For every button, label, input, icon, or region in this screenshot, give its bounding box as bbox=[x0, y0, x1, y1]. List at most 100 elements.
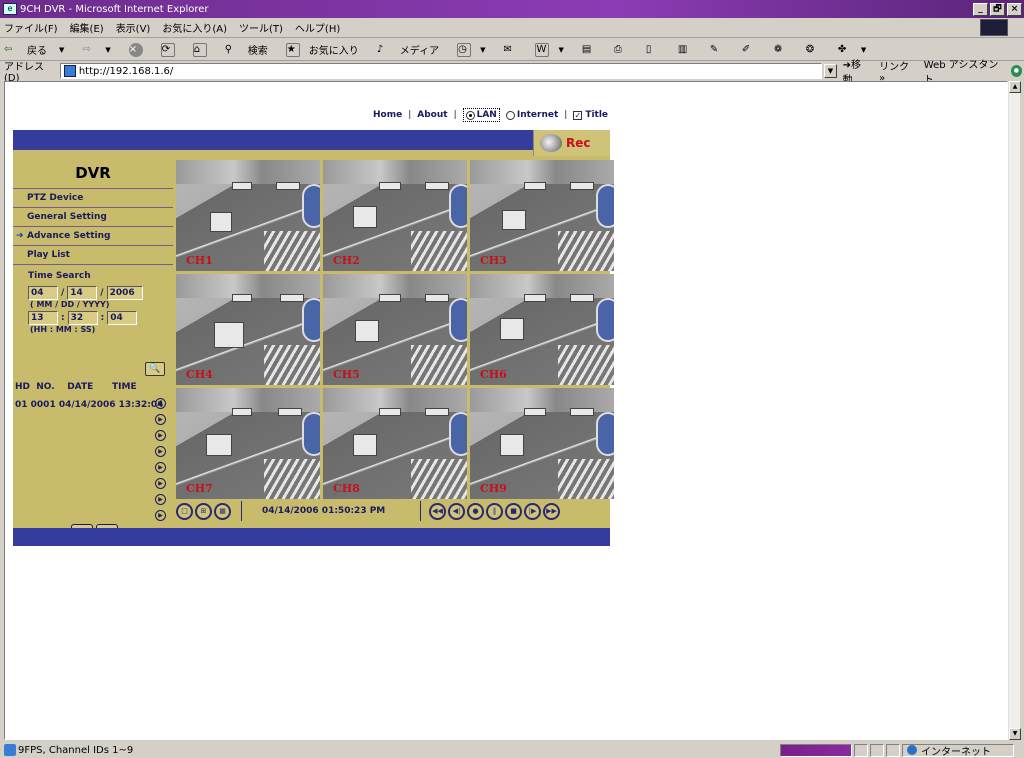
step-back-button[interactable]: ◀| bbox=[448, 502, 465, 520]
stop-button[interactable]: × bbox=[128, 42, 152, 57]
date-slash: / bbox=[61, 288, 65, 298]
print-button[interactable]: ⎙ bbox=[614, 43, 637, 57]
nav-about-link[interactable]: About bbox=[417, 110, 447, 120]
close-button[interactable]: × bbox=[1007, 2, 1022, 16]
play-icon[interactable]: ▶ bbox=[155, 398, 166, 409]
favorites-button[interactable]: ★ お気に入り bbox=[285, 42, 368, 57]
tool-button-b[interactable]: ❁ bbox=[774, 43, 797, 57]
day-field[interactable]: 14 bbox=[67, 286, 98, 300]
nine-view-button[interactable]: ▦ bbox=[214, 502, 231, 520]
menu-file[interactable]: ファイル(F) bbox=[4, 20, 58, 35]
rewind-button[interactable]: ◀◀ bbox=[429, 502, 446, 520]
date-format-hint: ( MM / DD / YYYY) bbox=[30, 300, 110, 309]
vertical-scrollbar[interactable]: ▲ ▼ bbox=[1008, 81, 1021, 740]
play-icon[interactable]: ▶ bbox=[155, 478, 166, 489]
record-button[interactable]: ● bbox=[467, 502, 484, 520]
internet-radio-group[interactable]: Internet bbox=[505, 110, 558, 120]
step-forward-button[interactable]: |▶ bbox=[524, 502, 541, 520]
lan-radio[interactable] bbox=[465, 110, 475, 120]
discuss-icon: ▯ bbox=[645, 43, 652, 55]
hour-field[interactable]: 13 bbox=[28, 311, 58, 325]
title-checkbox[interactable]: ✓ bbox=[573, 110, 583, 120]
time-search-label: Time Search bbox=[28, 271, 91, 281]
menu-tools[interactable]: ツール(T) bbox=[239, 20, 283, 35]
mail-button[interactable]: ✉ bbox=[503, 43, 526, 57]
scroll-up-button[interactable]: ▲ bbox=[1009, 81, 1021, 93]
pause-button[interactable]: ‖ bbox=[486, 502, 503, 520]
address-bar: アドレス(D) http://192.168.1.6/ ▼ ➜移動 リンク » … bbox=[0, 60, 1024, 86]
edit-button[interactable]: ▤ bbox=[582, 43, 605, 57]
single-view-button[interactable]: □ bbox=[176, 502, 193, 520]
nav-home-link[interactable]: Home bbox=[373, 110, 402, 120]
second-field[interactable]: 04 bbox=[107, 311, 138, 325]
play-icon[interactable]: ▶ bbox=[155, 446, 166, 457]
camera-view-ch3[interactable]: CH3 bbox=[470, 160, 614, 271]
tool-button-a[interactable]: ✐ bbox=[742, 43, 765, 57]
sidebar-item-ptz-device[interactable]: PTZ Device bbox=[13, 189, 173, 208]
home-icon: ⌂ bbox=[192, 42, 207, 57]
address-url: http://192.168.1.6/ bbox=[78, 65, 174, 77]
forward-button[interactable]: ⇨ ▼ bbox=[82, 43, 119, 57]
camera-view-ch1[interactable]: CH1 bbox=[176, 160, 320, 271]
home-button[interactable]: ⌂ bbox=[192, 42, 216, 57]
minute-field[interactable]: 32 bbox=[67, 311, 98, 325]
word-button[interactable]: W ▼ bbox=[535, 42, 572, 57]
sidebar: DVR PTZ Device General Setting Advance S… bbox=[13, 158, 173, 540]
menu-help[interactable]: ヘルプ(H) bbox=[295, 20, 340, 35]
camera-view-ch5[interactable]: CH5 bbox=[323, 274, 467, 385]
media-button[interactable]: ♪ メディア bbox=[377, 42, 448, 58]
stop-button[interactable]: ■ bbox=[505, 502, 522, 520]
playlist-header: HD NO. DATE TIME bbox=[15, 382, 137, 392]
messenger-button[interactable]: ✎ bbox=[710, 43, 733, 57]
sidebar-item-advance-setting[interactable]: Advance Setting bbox=[13, 227, 173, 246]
camera-view-ch2[interactable]: CH2 bbox=[323, 160, 467, 271]
camera-view-ch9[interactable]: CH9 bbox=[470, 388, 614, 499]
minimize-button[interactable]: _ bbox=[973, 2, 988, 16]
sidebar-item-play-list[interactable]: Play List bbox=[13, 246, 173, 265]
history-button[interactable]: ◷ ▼ bbox=[457, 42, 494, 57]
channel-label: CH4 bbox=[186, 368, 213, 381]
tool-button-c[interactable]: ❂ bbox=[806, 43, 829, 57]
camera-view-ch7[interactable]: CH7 bbox=[176, 388, 320, 499]
play-icon[interactable]: ▶ bbox=[155, 494, 166, 505]
lan-radio-group[interactable]: LAN bbox=[462, 108, 500, 122]
play-buttons: ▶ ▶ ▶ ▶ ▶ ▶ ▶ ▶ bbox=[155, 398, 166, 526]
refresh-button[interactable]: ⟳ bbox=[160, 42, 184, 57]
play-icon[interactable]: ▶ bbox=[155, 414, 166, 425]
search-button[interactable]: ⚲ 検索 bbox=[225, 42, 277, 58]
forward-arrow-icon: ⇨ bbox=[82, 43, 91, 55]
playlist-row[interactable]: 01 0001 04/14/2006 13:32:04 bbox=[15, 400, 163, 410]
maximize-button[interactable]: 🗗 bbox=[990, 2, 1005, 16]
month-field[interactable]: 04 bbox=[28, 286, 58, 300]
scroll-down-button[interactable]: ▼ bbox=[1009, 728, 1021, 740]
play-icon[interactable]: ▶ bbox=[155, 510, 166, 521]
address-field[interactable]: http://192.168.1.6/ bbox=[59, 63, 823, 79]
channel-label: CH6 bbox=[480, 368, 507, 381]
camera-view-ch4[interactable]: CH4 bbox=[176, 274, 320, 385]
globe-icon[interactable]: ● bbox=[1010, 65, 1022, 77]
title-checkbox-group[interactable]: ✓ Title bbox=[573, 110, 608, 120]
rec-tab[interactable]: Rec bbox=[533, 130, 610, 156]
tool-button-d[interactable]: ✤ ▼ bbox=[838, 43, 875, 57]
fast-forward-button[interactable]: ▶▶ bbox=[543, 502, 560, 520]
camera-view-ch8[interactable]: CH8 bbox=[323, 388, 467, 499]
sidebar-item-general-setting[interactable]: General Setting bbox=[13, 208, 173, 227]
address-dropdown-button[interactable]: ▼ bbox=[824, 64, 837, 78]
menu-view[interactable]: 表示(V) bbox=[116, 20, 151, 35]
research-button[interactable]: ▥ bbox=[678, 43, 701, 57]
zone-indicator: インターネット bbox=[902, 743, 1014, 758]
back-button[interactable]: ⇦ 戻る ▼ bbox=[4, 42, 73, 58]
play-icon[interactable]: ▶ bbox=[155, 462, 166, 473]
stop-icon: × bbox=[128, 42, 143, 57]
play-icon[interactable]: ▶ bbox=[155, 430, 166, 441]
discuss-button[interactable]: ▯ bbox=[646, 43, 669, 57]
menu-favorites[interactable]: お気に入り(A) bbox=[162, 20, 227, 35]
progress-bar bbox=[780, 743, 852, 757]
quad-view-button[interactable]: ⊞ bbox=[195, 502, 212, 520]
year-field[interactable]: 2006 bbox=[106, 286, 143, 300]
internet-radio[interactable] bbox=[505, 110, 515, 120]
camera-view-ch6[interactable]: CH6 bbox=[470, 274, 614, 385]
menu-edit[interactable]: 編集(E) bbox=[70, 20, 104, 35]
time-search-button[interactable]: 🔍 bbox=[145, 362, 165, 376]
messenger-icon: ✎ bbox=[709, 43, 719, 55]
